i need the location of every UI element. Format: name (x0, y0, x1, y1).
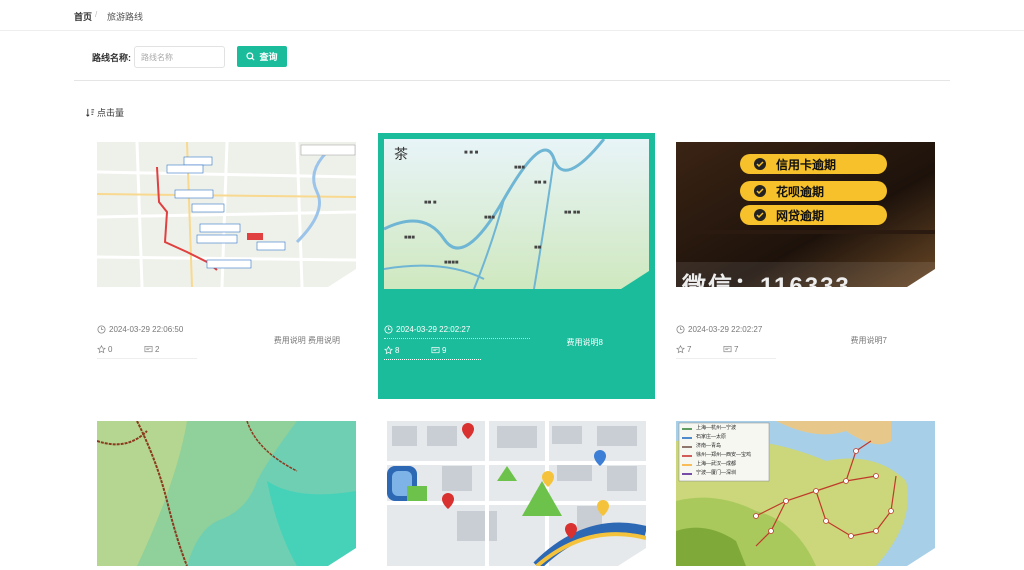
breadcrumb-current: 旅游路线 (107, 12, 144, 22)
map-legend: 上海—杭州—宁波 石家庄—太原 济南—青岛 徐州—郑州—西安—宝鸡 上海—武汉—… (696, 424, 751, 478)
sort-icon (86, 108, 95, 117)
svg-text:■■■: ■■■ (404, 235, 415, 241)
thumb-text-3: 网贷逾期 (776, 209, 825, 223)
star-icon (97, 345, 106, 354)
comment-count-value: 9 (442, 346, 447, 355)
route-card-1[interactable]: 2024-03-29 22:06:50 费用说明 费用说明 0 2 (97, 142, 356, 362)
cost-description: 费用说明8 (566, 338, 603, 347)
route-card-4[interactable] (97, 421, 356, 570)
thumb-text-2: 花呗逾期 (776, 185, 825, 199)
comment-count-value: 2 (155, 345, 160, 354)
route-thumbnail[interactable] (97, 421, 356, 566)
route-card-3[interactable]: 信用卡逾期 花呗逾期 网贷逾期 微信：116333 2024-03-29 22:… (676, 142, 935, 362)
legend-item: 上海—武汉—成都 (696, 461, 737, 467)
page: 首页 / 旅游路线 路线名称: 查询 点击量 (0, 0, 1024, 570)
thumb-text-1: 信用卡逾期 (776, 158, 837, 172)
comment-count-value: 7 (734, 345, 739, 354)
card-stats: 8 9 (384, 346, 481, 360)
star-icon (384, 346, 393, 355)
breadcrumb-home[interactable]: 首页 (74, 10, 92, 23)
publish-time-text: 2024-03-29 22:02:27 (396, 325, 471, 334)
like-count[interactable]: 8 (384, 346, 399, 355)
card-stats: 0 2 (97, 345, 197, 359)
legend-item: 宁波—厦门—深圳 (696, 470, 737, 476)
comment-count[interactable]: 7 (723, 345, 738, 354)
like-count-value: 8 (395, 346, 400, 355)
sort-by-clicks[interactable]: 点击量 (86, 106, 124, 119)
card-stats: 7 7 (676, 345, 776, 359)
publish-time: 2024-03-29 22:06:50 (97, 325, 183, 334)
svg-text:■■■: ■■■ (484, 215, 495, 221)
thumb-text-4: 微信：116333 (682, 273, 851, 287)
svg-text:茶: 茶 (394, 146, 408, 162)
search-icon (246, 52, 255, 61)
comment-icon (431, 346, 440, 354)
clock-icon (384, 325, 393, 334)
svg-text:■■ ■■: ■■ ■■ (564, 210, 581, 216)
route-thumbnail[interactable]: ■ ■ ■ ■■■ ■■ ■ ■■ ■ ■■■ ■■ ■■ ■■■ ■■ ■■■■ 茶 (384, 139, 649, 289)
search-button[interactable]: 查询 (237, 46, 287, 67)
search-bar: 路线名称: 查询 (74, 31, 950, 81)
comment-count[interactable]: 2 (144, 345, 159, 354)
route-thumbnail[interactable]: 信用卡逾期 花呗逾期 网贷逾期 微信：116333 (676, 142, 935, 287)
route-card-2[interactable]: ■ ■ ■ ■■■ ■■ ■ ■■ ■ ■■■ ■■ ■■ ■■■ ■■ ■■■■ 茶 20… (384, 139, 649, 364)
publish-time: 2024-03-29 22:02:27 (676, 325, 762, 334)
comment-icon (144, 345, 153, 353)
route-card-5[interactable] (387, 421, 646, 570)
svg-text:■■■: ■■■ (514, 165, 525, 171)
like-count[interactable]: 7 (676, 345, 691, 354)
route-name-input[interactable] (134, 46, 225, 68)
breadcrumb: 首页 / 旅游路线 (0, 0, 1024, 31)
like-count-value: 0 (108, 345, 113, 354)
route-card-6[interactable]: 上海—杭州—宁波 石家庄—太原 济南—青岛 徐州—郑州—西安—宝鸡 上海—武汉—… (676, 421, 935, 570)
comment-count[interactable]: 9 (431, 346, 446, 355)
sort-label: 点击量 (97, 108, 125, 118)
search-button-label: 查询 (259, 52, 278, 62)
route-thumbnail[interactable]: 上海—杭州—宁波 石家庄—太原 济南—青岛 徐州—郑州—西安—宝鸡 上海—武汉—… (676, 421, 935, 566)
route-thumbnail[interactable] (387, 421, 646, 566)
legend-item: 徐州—郑州—西安—宝鸡 (696, 452, 752, 458)
svg-text:■■ ■: ■■ ■ (424, 200, 437, 206)
like-count-value: 7 (687, 345, 692, 354)
svg-text:■ ■ ■: ■ ■ ■ (464, 150, 479, 156)
legend-item: 上海—杭州—宁波 (696, 425, 737, 431)
publish-time-text: 2024-03-29 22:02:27 (688, 325, 763, 334)
cost-description: 费用说明7 (850, 336, 887, 345)
clock-icon (676, 325, 685, 334)
legend-item: 济南—青岛 (696, 443, 722, 449)
svg-text:■■: ■■ (534, 245, 542, 251)
star-icon (676, 345, 685, 354)
comment-icon (723, 345, 732, 353)
publish-time: 2024-03-29 22:02:27 (384, 325, 470, 334)
route-thumbnail[interactable] (97, 142, 356, 287)
svg-text:■■ ■: ■■ ■ (534, 180, 547, 186)
svg-text:■■■■: ■■■■ (444, 260, 459, 266)
cost-description: 费用说明 费用说明 (273, 336, 340, 345)
publish-time-text: 2024-03-29 22:06:50 (109, 325, 184, 334)
search-label: 路线名称: (92, 53, 131, 63)
breadcrumb-separator: / (95, 10, 98, 19)
legend-item: 石家庄—太原 (696, 434, 727, 440)
like-count[interactable]: 0 (97, 345, 112, 354)
clock-icon (97, 325, 106, 334)
